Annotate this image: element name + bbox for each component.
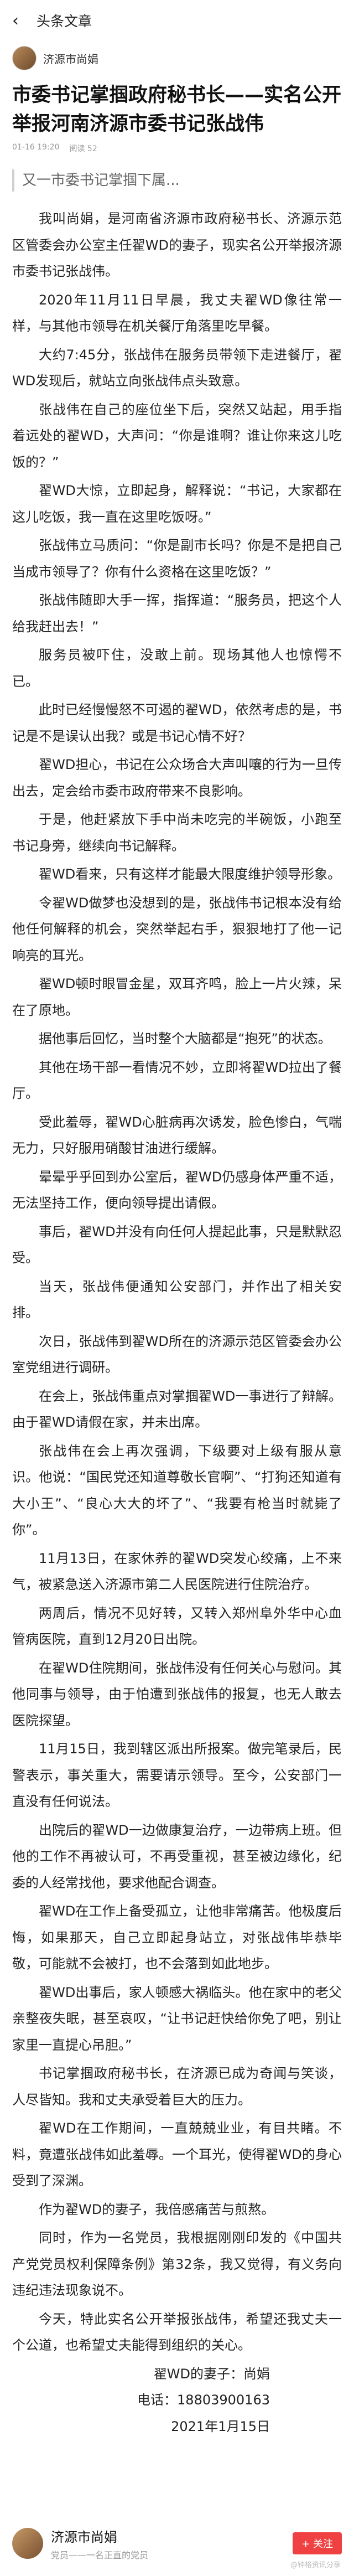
article-paragraph: 在翟WD住院期间，张战伟没有任何关心与慰问。其他同事与领导，由于怕遭到张战伟的报… bbox=[12, 1660, 342, 1728]
article-paragraph: 张战伟立马质问：“你是副市长吗？你是不是把自己当成市领导了？你有什么资格在这里吃… bbox=[12, 538, 342, 580]
article-paragraph: 翟WD在工作上备受孤立，让他非常痛苦。他极度后悔，如果那天，自己立即起身站立，对… bbox=[12, 1903, 342, 1971]
article-paragraph: 两周后，情况不见好转，又转入郑州阜外华中心血管病医院，直到12月20日出院。 bbox=[12, 1605, 342, 1648]
watermark: @钟格资讯分享 bbox=[290, 2561, 341, 2569]
article-paragraph: 2020年11月11日早晨，我丈夫翟WD像往常一样，与其他市领导在机关餐厅角落里… bbox=[12, 292, 342, 334]
article-paragraph: 当天，张战伟便通知公安部门，并作出了相关安排。 bbox=[12, 1278, 342, 1321]
author-card-info: 济源市尚娟 党员——一名正直的党员 bbox=[51, 2526, 148, 2561]
read-count: 阅读 52 bbox=[69, 144, 97, 153]
article-paragraph: 翟WD大惊，立即起身，解释说：“书记，大家都在这儿吃饭，我一直在这里吃饭呀。” bbox=[12, 483, 342, 525]
article-paragraph: 服务员被吓住，没敢上前。现场其他人也惊愕不已。 bbox=[12, 647, 342, 689]
article-paragraph: 今天，特此实名公开举报张战伟，希望还我丈夫一个公道，也希望丈夫能得到组织的关心。 bbox=[12, 2311, 342, 2353]
follow-button[interactable]: + 关注 bbox=[293, 2532, 342, 2554]
article-paragraph: 翟WD担心，书记在公众场合大声叫嚷的行为一旦传出去，定会给市委市政府带来不良影响… bbox=[12, 757, 342, 799]
article-paragraph: 同时，作为一名党员，我根据刚刚印发的《中国共产党党员权利保障条例》第32条，我又… bbox=[12, 2230, 342, 2298]
article-paragraph: 翟WD出事后，家人顿感大祸临头。他在家中的老父亲整夜失眠，甚至哀叹，“让书记赶快… bbox=[12, 1984, 342, 2053]
author-name[interactable]: 济源市尚娟 bbox=[43, 50, 98, 66]
article-paragraph: 书记掌掴政府秘书长，在济源已成为奇闻与笑谈，人尽皆知。我和丈夫承受着巨大的压力。 bbox=[12, 2066, 342, 2108]
article-paragraph: 令翟WD做梦也没想到的是，张战伟书记根本没有给他任何解释的机会，突然举起右手，狠… bbox=[12, 895, 342, 963]
author-card-name[interactable]: 济源市尚娟 bbox=[51, 2526, 148, 2546]
author-card[interactable]: 济源市尚娟 党员——一名正直的党员 + 关注 bbox=[12, 2525, 342, 2562]
article-paragraph: 翟WD顿时眼冒金星，双耳齐鸣，脸上一片火辣，呆在了原地。 bbox=[12, 976, 342, 1018]
article-paragraph: 受此羞辱，翟WD心脏病再次诱发，脸色惨白，气喘无力，只好服用硝酸甘油进行缓解。 bbox=[12, 1114, 342, 1157]
article-paragraph: 此时已经慢慢怒不可遏的翟WD，依然考虑的是，书记是不是误认出我？或是书记心情不好… bbox=[12, 702, 342, 744]
publish-date: 01-16 19:20 bbox=[12, 143, 60, 152]
article-quote: 又一市委书记掌掴下属... bbox=[12, 169, 342, 192]
article-paragraph: 晕晕乎乎回到办公室后，翟WD仍感身体严重不适，无法坚持工作，便向领导提出请假。 bbox=[12, 1169, 342, 1211]
article-paragraph: 作为翟WD的妻子，我倍感痛苦与煎熬。 bbox=[39, 2201, 275, 2217]
article-paragraph: 我叫尚娟，是河南省济源市政府秘书长、济源示范区管委会办公室主任翟WD的妻子，现实… bbox=[12, 211, 342, 279]
article-paragraph: 11月15日，我到辖区派出所报案。做完笔录后，民警表示，事关重大，需要请示领导。… bbox=[12, 1741, 342, 1809]
signature-date: 2021年1月15日 bbox=[171, 2418, 270, 2434]
signature-phone: 电话：18803900163 bbox=[137, 2392, 270, 2408]
article-paragraph: 翟WD看来，只有这样才能最大限度维护领导形象。 bbox=[39, 866, 341, 882]
article-paragraph: 其他在场干部一看情况不妙，立即将翟WD拉出了餐厅。 bbox=[12, 1059, 342, 1102]
signature-name: 翟WD的妻子：尚娟 bbox=[153, 2366, 270, 2382]
author-row[interactable]: 济源市尚娟 bbox=[0, 41, 354, 75]
article-paragraph: 据他事后回忆，当时整个大脑都是“抱死”的状态。 bbox=[39, 1031, 331, 1046]
top-bar: ‹ 头条文章 bbox=[0, 0, 354, 41]
article-paragraph: 于是，他赶紧放下手中尚未吃完的半碗饭，小跑至书记身旁，继续向书记解释。 bbox=[12, 812, 342, 854]
article-paragraph: 出院后的翟WD一边做康复治疗，一边带病上班。但他的工作不再被认可，不再受重视，甚… bbox=[12, 1822, 342, 1891]
article-paragraph: 张战伟在会上再次强调，下级要对上级有服从意识。他说：“国民党还知道尊敬长官啊”、… bbox=[12, 1443, 342, 1538]
article-paragraph: 事后，翟WD并没有向任何人提起此事，只是默默忍受。 bbox=[12, 1224, 342, 1266]
article-paragraph: 在会上，张战伟重点对掌掴翟WD一事进行了辩解。由于翟WD请假在家，并未出席。 bbox=[12, 1388, 342, 1431]
article-paragraph: 张战伟随即大手一挥，指挥道：“服务员，把这个人给我赶出去！” bbox=[12, 592, 342, 634]
article-meta: 01-16 19:20 阅读 52 bbox=[0, 138, 354, 154]
article-paragraph: 大约7:45分，张战伟在服务员带领下走进餐厅，翟WD发现后，就站立向张战伟点头致… bbox=[12, 347, 342, 389]
article-body: 我叫尚娟，是河南省济源市政府秘书长、济源示范区管委会办公室主任翟WD的妻子，现实… bbox=[0, 192, 354, 2440]
chevron-left-icon[interactable]: ‹ bbox=[12, 11, 31, 30]
article-paragraph: 张战伟在自己的座位坐下后，突然又站起，用手指着远处的翟WD，大声问：“你是谁啊？… bbox=[12, 401, 342, 470]
article-paragraph: 11月13日，在家休养的翟WD突发心绞痛，上不来气，被紧急送入济源市第二人民医院… bbox=[12, 1550, 342, 1593]
avatar[interactable] bbox=[12, 46, 37, 70]
article-title: 市委书记掌掴政府秘书长——实名公开举报河南济源市委书记张战伟 bbox=[12, 84, 342, 135]
author-card-bio: 党员——一名正直的党员 bbox=[51, 2549, 149, 2560]
article-paragraph: 翟WD在工作期间，一直兢兢业业，有目共睹。不料，竟遭张战伟如此羞辱。一个耳光，使… bbox=[12, 2120, 342, 2188]
page-title: 头条文章 bbox=[37, 13, 92, 29]
avatar[interactable] bbox=[12, 2528, 43, 2559]
article-paragraph: 次日，张战伟到翟WD所在的济源示范区管委会办公室党组进行调研。 bbox=[12, 1333, 342, 1376]
